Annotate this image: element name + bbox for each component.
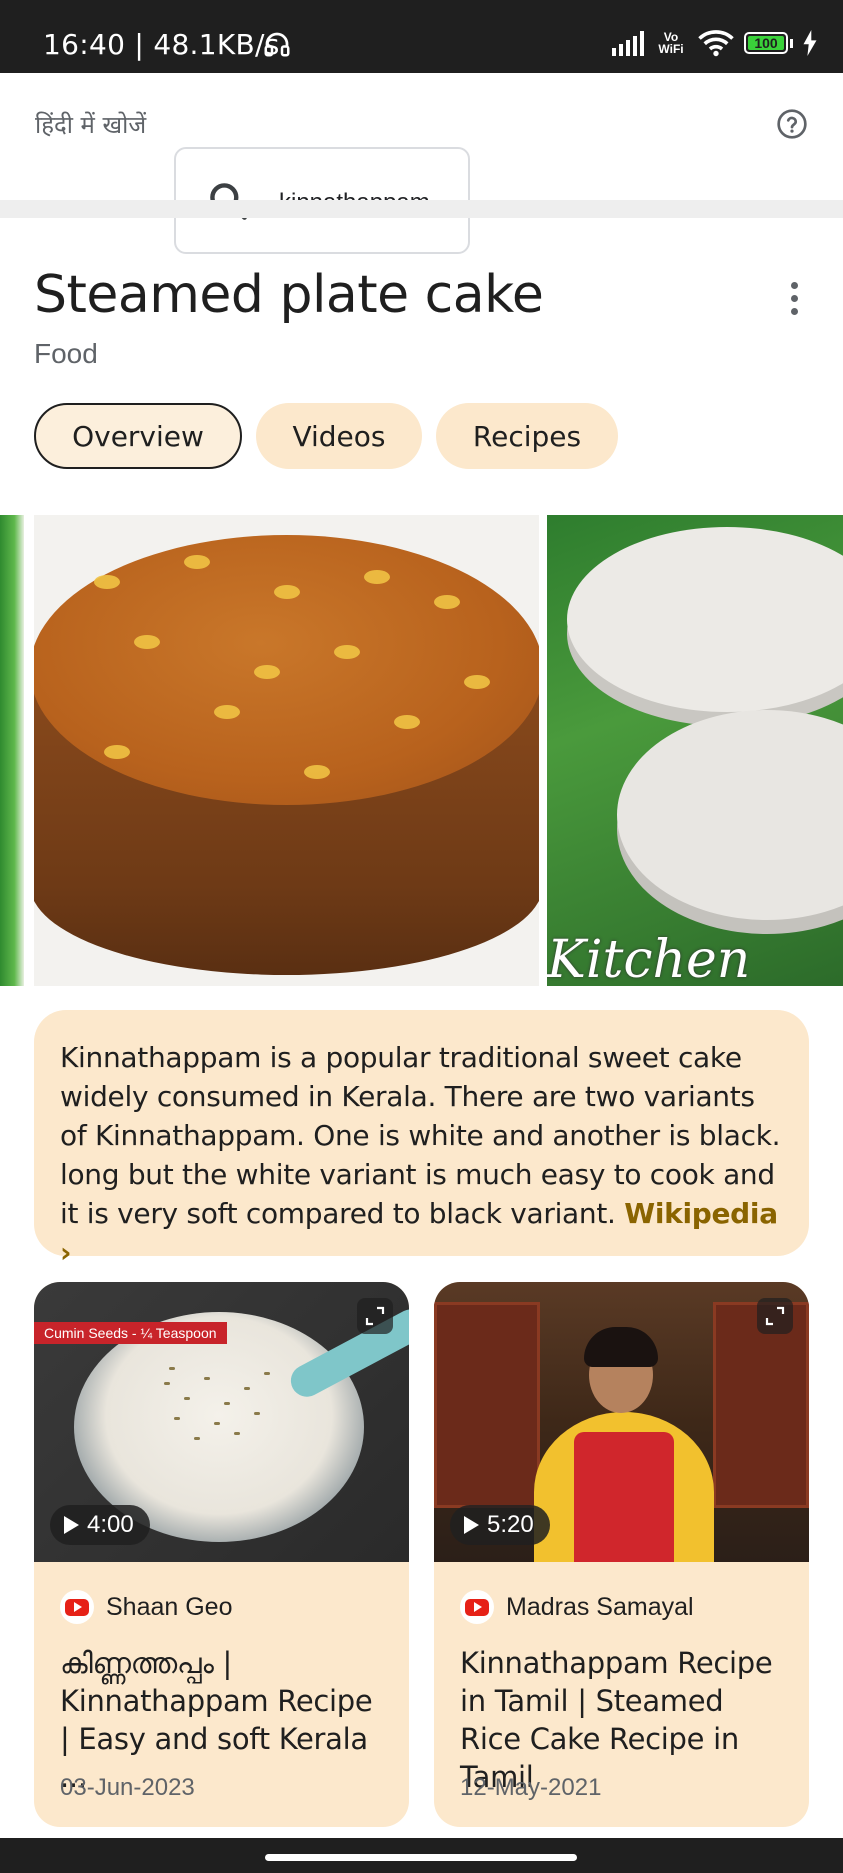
tab-recipes[interactable]: Recipes — [436, 403, 618, 469]
youtube-icon — [460, 1590, 494, 1624]
status-bar: 16:40 | 48.1KB/s Vo WiFi 100 — [0, 0, 843, 73]
status-icons: Vo WiFi 100 — [612, 26, 817, 60]
video-channel: Shaan Geo — [60, 1590, 233, 1624]
video-date: 03-Jun-2023 — [60, 1774, 195, 1801]
vowifi-label: Vo WiFi — [658, 30, 684, 56]
entity-subtitle: Food — [34, 338, 98, 369]
summary-text: Kinnathappam is a popular traditional sw… — [60, 1038, 783, 1272]
status-time: 16:40 | 48.1KB/s — [43, 28, 280, 61]
battery-level: 100 — [754, 35, 778, 51]
navigation-bar — [0, 1838, 843, 1873]
expand-icon[interactable] — [757, 1298, 793, 1334]
play-icon — [464, 1516, 479, 1534]
video-card[interactable]: Cumin Seeds - ¼ Teaspoon 4:00 Shaan Geo … — [34, 1282, 409, 1827]
headphones-icon — [264, 32, 290, 57]
expand-icon[interactable] — [357, 1298, 393, 1334]
more-options-icon[interactable] — [789, 282, 799, 321]
video-thumbnail[interactable]: 5:20 — [434, 1282, 809, 1562]
duration-text: 4:00 — [87, 1511, 134, 1538]
video-duration: 4:00 — [50, 1505, 150, 1545]
wifi-icon — [698, 30, 734, 57]
tab-videos[interactable]: Videos — [256, 403, 422, 469]
tab-overview[interactable]: Overview — [34, 403, 242, 469]
video-channel: Madras Samayal — [460, 1590, 694, 1624]
image-carousel[interactable]: Kitchen — [0, 515, 843, 986]
signal-icon — [612, 30, 644, 56]
help-circle-icon[interactable] — [776, 108, 808, 140]
home-gesture-handle[interactable] — [265, 1854, 577, 1861]
search-header: हिंदी में खोजें kinnathappam — [0, 73, 843, 254]
summary-card: Kinnathappam is a popular traditional sw… — [34, 1010, 809, 1269]
food-image[interactable] — [0, 515, 24, 986]
video-duration: 5:20 — [450, 1505, 550, 1545]
food-image[interactable]: Kitchen — [547, 515, 843, 986]
channel-name: Madras Samayal — [506, 1592, 694, 1621]
channel-name: Shaan Geo — [106, 1592, 233, 1621]
play-icon — [64, 1516, 79, 1534]
battery-icon: 100 — [744, 32, 788, 54]
hindi-search-link[interactable]: हिंदी में खोजें — [35, 108, 146, 141]
youtube-icon — [60, 1590, 94, 1624]
duration-text: 5:20 — [487, 1511, 534, 1538]
tab-chips: Overview Videos Recipes — [34, 403, 618, 469]
entity-title: Steamed plate cake — [34, 265, 544, 325]
charging-icon — [803, 30, 817, 56]
image-watermark: Kitchen — [547, 930, 751, 986]
food-image[interactable] — [34, 515, 539, 986]
video-card[interactable]: 5:20 Madras Samayal Kinnathappam Recipe … — [434, 1282, 809, 1827]
divider — [0, 200, 843, 218]
video-thumbnail[interactable]: Cumin Seeds - ¼ Teaspoon 4:00 — [34, 1282, 409, 1562]
thumbnail-caption: Cumin Seeds - ¼ Teaspoon — [34, 1322, 227, 1344]
video-date: 12-May-2021 — [460, 1774, 602, 1801]
